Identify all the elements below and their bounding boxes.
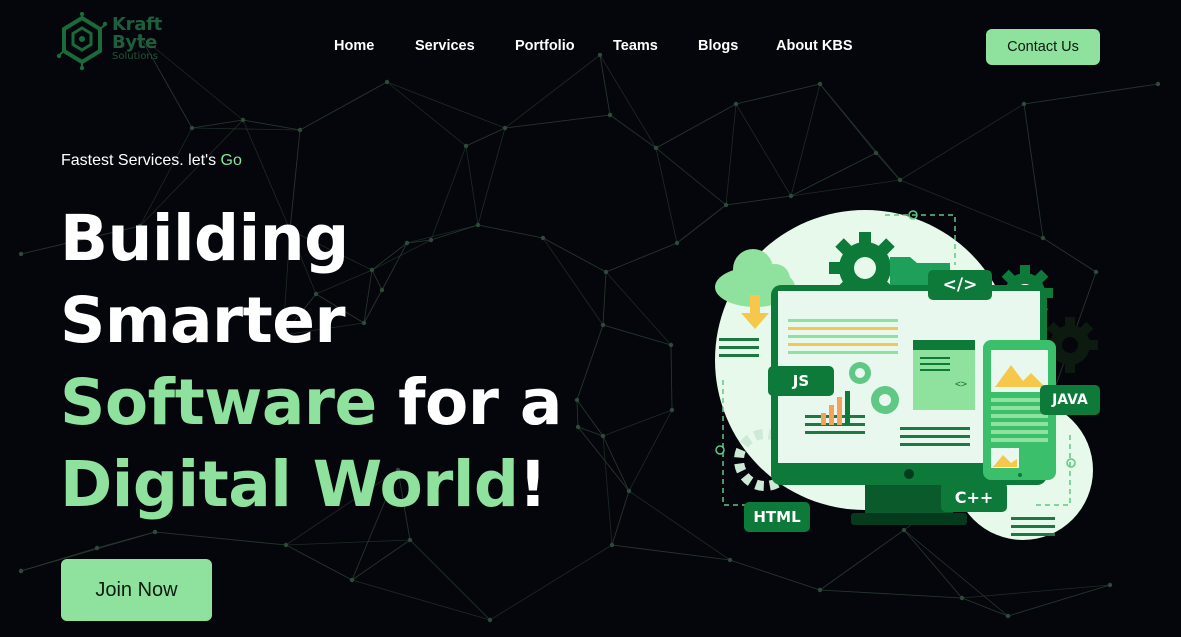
headline-accent-digital-world: Digital World [60,448,519,521]
code-window-icon: <> [913,340,975,410]
headline-for-a: for a [376,366,562,439]
headline-line1: Building [60,202,349,275]
nav-portfolio-link[interactable]: Portfolio [515,38,575,54]
hero-headline: Building Smarter Software for a Digital … [60,198,562,526]
headline-exclamation: ! [518,448,548,521]
headline-accent-software: Software [60,366,377,439]
code-tag-chip: </> [928,270,992,300]
tagline-text: Fastest Services. let's [61,152,221,169]
headline-line2: Smarter [60,284,346,357]
java-chip: JAVA [1040,385,1100,415]
headline-line3: Software for a [60,362,562,444]
hero-tagline: Fastest Services. let's Go [61,152,242,170]
nav-home-link[interactable]: Home [334,38,374,54]
nav-teams-link[interactable]: Teams [613,38,658,54]
js-chip: JS [768,366,834,396]
headline-line4: Digital World! [60,444,562,526]
svg-text:<>: <> [955,379,967,390]
nav-services-link[interactable]: Services [415,38,475,54]
tagline-accent: Go [220,152,242,169]
cpp-chip: C++ [941,482,1007,512]
contact-us-button[interactable]: Contact Us [986,29,1100,65]
nav-blogs-link[interactable]: Blogs [698,38,738,54]
join-now-button[interactable]: Join Now [61,559,212,621]
hero-illustration: <> </> JS JAVA HTML C++ [705,205,1105,560]
nav-about-link[interactable]: About KBS [776,38,853,54]
html-chip: HTML [744,502,810,532]
